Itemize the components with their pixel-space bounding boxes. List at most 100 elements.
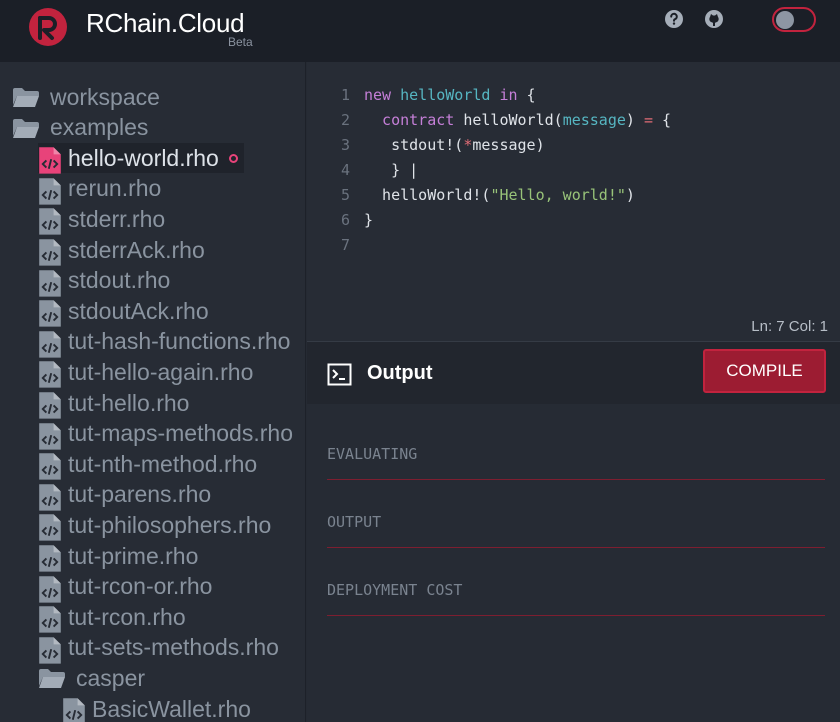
code-line[interactable]: 1 new helloWorld in { bbox=[307, 82, 536, 107]
code-file-icon bbox=[38, 238, 62, 266]
code-file-icon bbox=[38, 207, 62, 235]
github-icon[interactable] bbox=[704, 9, 724, 29]
rchain-logo-icon bbox=[29, 8, 67, 46]
tree-item-label: tut-maps-methods.rho bbox=[68, 420, 293, 447]
tree-item-label: workspace bbox=[50, 83, 160, 110]
tree-item-label: tut-philosophers.rho bbox=[68, 511, 272, 538]
tree-item-label: stdoutAck.rho bbox=[68, 297, 209, 324]
file-item[interactable]: stderrAck.rho bbox=[38, 235, 205, 266]
code-file-icon bbox=[38, 146, 62, 174]
app-brand: RChain.Cloud bbox=[86, 8, 245, 38]
code-line[interactable]: 2 contract helloWorld(message) = { bbox=[307, 107, 671, 132]
code-file-icon bbox=[38, 391, 62, 419]
tree-item-label: tut-sets-methods.rho bbox=[68, 634, 279, 661]
file-item[interactable]: tut-hello-again.rho bbox=[38, 357, 254, 388]
code-file-icon bbox=[38, 575, 62, 603]
help-circle-icon[interactable] bbox=[664, 9, 684, 29]
tree-item-label: tut-hello-again.rho bbox=[68, 358, 254, 385]
output-section-label: DEPLOYMENT COST bbox=[327, 581, 463, 599]
code-token: helloWorld( bbox=[454, 110, 563, 129]
unsaved-indicator-icon bbox=[228, 153, 238, 163]
code-token: helloWorld!( bbox=[364, 185, 491, 204]
tree-item-label: tut-rcon-or.rho bbox=[68, 573, 213, 600]
code-token: } | bbox=[364, 160, 419, 179]
output-toolbar: Output COMPILE bbox=[307, 341, 840, 404]
line-number: 7 bbox=[340, 235, 350, 254]
tree-item-label: casper bbox=[76, 664, 146, 691]
tree-item-label: rerun.rho bbox=[68, 175, 162, 202]
tree-item-label: tut-parens.rho bbox=[68, 481, 212, 508]
line-number: 5 bbox=[340, 185, 350, 204]
output-section: DEPLOYMENT COST bbox=[327, 548, 825, 616]
folder-icon bbox=[12, 117, 40, 139]
line-number: 1 bbox=[340, 85, 350, 104]
code-file-icon bbox=[38, 177, 62, 205]
file-item-active[interactable]: hello-world.rho bbox=[38, 143, 244, 174]
file-item[interactable]: tut-maps-methods.rho bbox=[38, 419, 293, 450]
code-token: "Hello, world!" bbox=[490, 185, 626, 204]
compile-button[interactable]: COMPILE bbox=[703, 349, 826, 393]
file-item[interactable]: rerun.rho bbox=[38, 174, 162, 205]
folder-item[interactable]: workspace bbox=[12, 82, 160, 112]
code-file-icon bbox=[38, 422, 62, 450]
code-line[interactable]: 7 bbox=[307, 232, 364, 257]
code-editor[interactable]: Ln: 7 Col: 1 1 new helloWorld in {2 contr… bbox=[307, 62, 840, 341]
code-token: } bbox=[364, 210, 374, 229]
code-line[interactable]: 4 } | bbox=[307, 157, 418, 182]
code-token: stdout!( bbox=[364, 135, 464, 154]
code-file-icon bbox=[38, 605, 62, 633]
file-item[interactable]: stdout.rho bbox=[38, 266, 171, 297]
code-token: ) bbox=[625, 110, 644, 129]
file-item[interactable]: tut-sets-methods.rho bbox=[38, 633, 279, 664]
folder-icon bbox=[12, 86, 40, 108]
file-item[interactable]: tut-prime.rho bbox=[38, 541, 198, 572]
code-token: helloWorld bbox=[400, 85, 491, 104]
code-token: message) bbox=[472, 135, 545, 154]
folder-item[interactable]: examples bbox=[12, 113, 148, 143]
file-item[interactable]: tut-rcon.rho bbox=[38, 602, 186, 633]
file-item[interactable]: BasicWallet.rho bbox=[62, 694, 251, 722]
file-item[interactable]: tut-rcon-or.rho bbox=[38, 572, 213, 603]
file-item[interactable]: tut-hash-functions.rho bbox=[38, 327, 290, 358]
tree-item-label: tut-hello.rho bbox=[68, 389, 190, 416]
code-file-icon bbox=[38, 360, 62, 388]
line-number: 6 bbox=[340, 210, 350, 229]
file-item[interactable]: tut-parens.rho bbox=[38, 480, 212, 511]
code-token: in bbox=[490, 85, 518, 104]
code-line[interactable]: 3 stdout!(* message) bbox=[307, 132, 545, 157]
file-tree-sidebar: workspace examples hello-world.rho rerun.rh… bbox=[0, 62, 306, 722]
code-line[interactable]: 5 helloWorld!("Hello, world!") bbox=[307, 182, 635, 207]
cursor-position: Ln: 7 Col: 1 bbox=[751, 318, 828, 335]
line-number: 3 bbox=[340, 135, 350, 154]
folder-item[interactable]: casper bbox=[38, 663, 145, 693]
code-token: ) bbox=[625, 185, 635, 204]
line-number: 2 bbox=[340, 110, 350, 129]
tree-item-label: examples bbox=[50, 114, 149, 141]
tree-item-label: hello-world.rho bbox=[68, 144, 219, 171]
file-item[interactable]: stderr.rho bbox=[38, 204, 165, 235]
code-token: * bbox=[463, 135, 473, 154]
tree-item-label: tut-rcon.rho bbox=[68, 603, 186, 630]
file-item[interactable]: tut-philosophers.rho bbox=[38, 510, 272, 541]
code-file-icon bbox=[38, 483, 62, 511]
file-item[interactable]: tut-hello.rho bbox=[38, 388, 190, 419]
code-file-icon bbox=[38, 299, 62, 327]
file-item[interactable]: stdoutAck.rho bbox=[38, 296, 209, 327]
code-token: new bbox=[364, 85, 401, 104]
code-file-icon bbox=[38, 636, 62, 664]
file-item[interactable]: tut-nth-method.rho bbox=[38, 449, 258, 480]
output-panel: EVALUATING OUTPUT DEPLOYMENT COST bbox=[307, 404, 840, 722]
code-token: = bbox=[643, 110, 653, 129]
code-file-icon bbox=[62, 697, 86, 722]
tree-item-label: tut-nth-method.rho bbox=[68, 450, 258, 477]
theme-toggle[interactable] bbox=[772, 7, 816, 32]
code-token: contract bbox=[364, 110, 455, 129]
tree-item-label: stdout.rho bbox=[68, 267, 171, 294]
line-number: 4 bbox=[340, 160, 350, 179]
tree-item-label: stderrAck.rho bbox=[68, 236, 205, 263]
code-file-icon bbox=[38, 544, 62, 572]
code-token: message bbox=[562, 110, 626, 129]
terminal-icon bbox=[327, 363, 352, 386]
output-section-label: EVALUATING bbox=[327, 445, 418, 463]
code-line[interactable]: 6} bbox=[307, 207, 373, 232]
